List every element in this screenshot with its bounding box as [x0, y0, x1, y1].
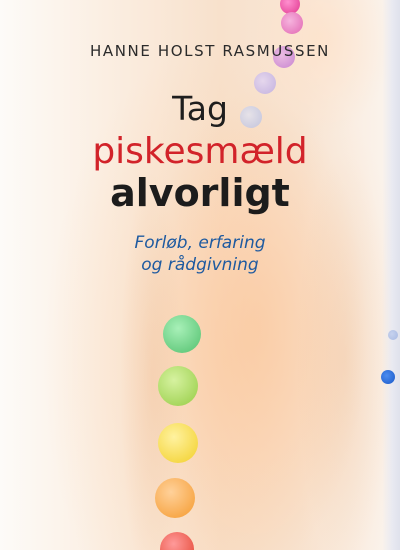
title-line-2: piskesmæld: [92, 130, 308, 172]
author-name: HANNE HOLST RASMUSSEN: [90, 42, 330, 60]
blue-dot: [381, 370, 395, 384]
title-line-3: alvorligt: [110, 171, 290, 216]
orange-dot: [155, 478, 195, 518]
yellow-dot: [158, 423, 198, 463]
green-dot: [163, 315, 201, 353]
subtitle-line-1: Forløb, erfaring: [134, 233, 266, 253]
book-title: Tag piskesmæld alvorligt: [0, 89, 400, 216]
magenta-dot: [281, 12, 303, 34]
lavender-dot: [254, 72, 276, 94]
pale-blue-dot: [388, 330, 398, 340]
book-cover: HANNE HOLST RASMUSSEN Tag piskesmæld alv…: [0, 0, 400, 550]
lime-dot: [158, 366, 198, 406]
book-subtitle: Forløb, erfaring og rådgivning: [0, 232, 400, 276]
title-line-1: Tag: [172, 89, 228, 128]
red-dot: [160, 532, 194, 550]
subtitle-line-2: og rådgivning: [141, 255, 259, 276]
